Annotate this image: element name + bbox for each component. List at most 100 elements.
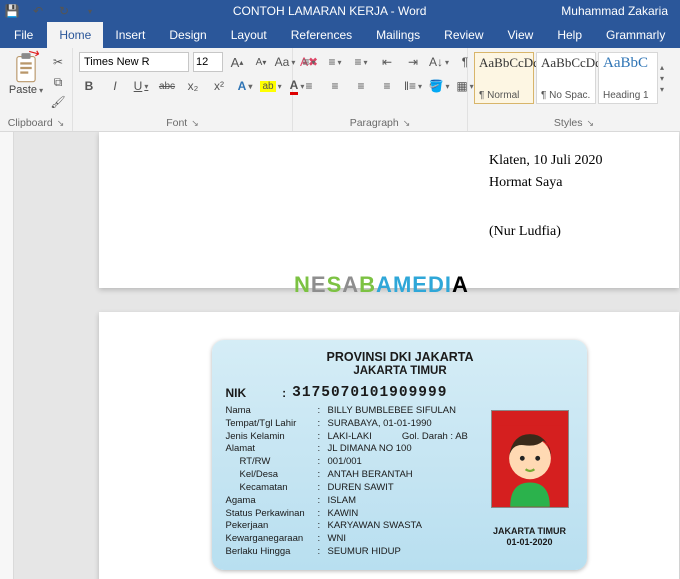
style-name: ¶ Normal — [479, 90, 529, 101]
tab-mailings[interactable]: Mailings — [364, 22, 432, 48]
group-font: A▴ A▾ Aa A✖ B I U abc x₂ x² A ab A Font↘ — [73, 48, 293, 131]
font-size-input[interactable] — [193, 52, 223, 72]
group-styles-label: Styles — [554, 117, 583, 129]
shrink-font-label: A — [256, 57, 263, 68]
group-paragraph: ≡ ≡ ≡ ⇤ ⇥ A↓ ¶ ≡ ≡ ≡ ≡ ‖≡ 🪣 ▦ Paragraph↘ — [293, 48, 468, 131]
superscript-button[interactable]: x² — [209, 76, 229, 96]
ribbon: Paste ✂ ⧉ 🖌 Clipboard↘ A▴ A▾ Aa A✖ B I — [0, 48, 680, 132]
group-font-label: Font — [166, 117, 187, 129]
ktp-alamat-label: Alamat — [226, 443, 318, 456]
tab-file[interactable]: File↘ — [0, 22, 47, 48]
page-1[interactable]: Klaten, 10 Juli 2020 Hormat Saya (Nur Lu… — [99, 132, 679, 288]
ktp-keldesa-label: Kel/Desa — [226, 469, 318, 482]
ktp-jk: LAKI-LAKI — [328, 431, 372, 442]
doc-sender: (Nur Ludfia) — [489, 221, 609, 243]
grow-font-button[interactable]: A▴ — [227, 52, 247, 72]
ktp-photo — [491, 410, 569, 508]
redo-icon[interactable]: ↻ — [56, 3, 72, 19]
ktp-gol: AB — [455, 431, 468, 442]
paste-label: Paste — [9, 84, 43, 96]
style-name: Heading 1 — [603, 90, 653, 101]
line-spacing-button[interactable]: ‖≡ — [403, 76, 423, 96]
tab-view[interactable]: View — [496, 22, 546, 48]
style-normal[interactable]: AaBbCcDd ¶ Normal — [474, 52, 534, 104]
ktp-provinsi: PROVINSI DKI JAKARTA — [226, 350, 575, 364]
avatar-icon — [497, 425, 563, 507]
tab-file-label: File — [14, 28, 33, 42]
tab-layout[interactable]: Layout — [219, 22, 279, 48]
vertical-ruler[interactable] — [0, 132, 14, 579]
group-styles: AaBbCcDd ¶ Normal AaBbCcDd ¶ No Spac... … — [468, 48, 680, 131]
align-left-button[interactable]: ≡ — [299, 76, 319, 96]
paragraph-launcher-icon[interactable]: ↘ — [403, 118, 411, 129]
undo-icon[interactable]: ↶ — [30, 3, 46, 19]
change-case-button[interactable]: Aa — [275, 52, 295, 72]
styles-more-button[interactable]: ▴▾▾ — [660, 52, 674, 104]
ktp-rtrw-label: RT/RW — [226, 456, 318, 469]
tab-review[interactable]: Review — [432, 22, 495, 48]
align-center-button[interactable]: ≡ — [325, 76, 345, 96]
font-launcher-icon[interactable]: ↘ — [191, 118, 199, 129]
tab-grammarly[interactable]: Grammarly — [594, 22, 677, 48]
ktp-warga-label: Kewarganegaraan — [226, 533, 318, 546]
tab-home[interactable]: Home — [47, 22, 103, 48]
highlight-button[interactable]: ab — [261, 76, 281, 96]
cut-icon[interactable]: ✂ — [50, 54, 66, 70]
justify-button[interactable]: ≡ — [377, 76, 397, 96]
paste-icon — [12, 52, 40, 84]
ribbon-tabs: File↘ Home Insert Design Layout Referenc… — [0, 22, 680, 48]
format-painter-icon[interactable]: 🖌 — [50, 94, 66, 110]
clipboard-launcher-icon[interactable]: ↘ — [57, 118, 65, 129]
underline-button[interactable]: U — [131, 76, 151, 96]
ktp-nik-label: NIK — [226, 386, 247, 400]
italic-button[interactable]: I — [105, 76, 125, 96]
document-area[interactable]: Klaten, 10 Juli 2020 Hormat Saya (Nur Lu… — [0, 132, 680, 579]
ktp-kota: JAKARTA TIMUR — [226, 365, 575, 377]
tab-design[interactable]: Design — [157, 22, 218, 48]
user-name[interactable]: Muhammad Zakaria — [561, 4, 676, 18]
titlebar: 💾 ↶ ↻ ▾ CONTOH LAMARAN KERJA - Word Muha… — [0, 0, 680, 22]
ktp-kawin-label: Status Perkawinan — [226, 508, 318, 521]
ktp-nama-label: Nama — [226, 405, 318, 418]
ktp-gol-label: Gol. Darah : — [402, 431, 453, 442]
style-preview: AaBbCcDd — [479, 55, 529, 71]
text-effects-button[interactable]: A — [235, 76, 255, 96]
ktp-sign-date: 01-01-2020 — [483, 537, 577, 548]
style-preview: AaBbCcDd — [541, 55, 591, 71]
style-heading1[interactable]: AaBbC Heading 1 — [598, 52, 658, 104]
subscript-button[interactable]: x₂ — [183, 76, 203, 96]
doc-date-place: Klaten, 10 Juli 2020 — [489, 150, 609, 172]
sort-button[interactable]: A↓ — [429, 52, 449, 72]
paste-button[interactable]: Paste — [6, 52, 46, 96]
shading-button[interactable]: 🪣 — [429, 76, 449, 96]
save-icon[interactable]: 💾 — [4, 3, 20, 19]
tab-help[interactable]: Help — [545, 22, 594, 48]
grow-font-label: A — [231, 55, 240, 70]
decrease-indent-button[interactable]: ⇤ — [377, 52, 397, 72]
ktp-agama-label: Agama — [226, 495, 318, 508]
increase-indent-button[interactable]: ⇥ — [403, 52, 423, 72]
copy-icon[interactable]: ⧉ — [50, 74, 66, 90]
align-right-button[interactable]: ≡ — [351, 76, 371, 96]
bullets-button[interactable]: ≡ — [299, 52, 319, 72]
strikethrough-button[interactable]: abc — [157, 76, 177, 96]
tab-references[interactable]: References — [279, 22, 364, 48]
page-2[interactable]: PROVINSI DKI JAKARTA JAKARTA TIMUR NIK:3… — [99, 312, 679, 579]
ktp-card: PROVINSI DKI JAKARTA JAKARTA TIMUR NIK:3… — [212, 340, 587, 570]
multilevel-button[interactable]: ≡ — [351, 52, 371, 72]
font-name-input[interactable] — [79, 52, 189, 72]
numbering-button[interactable]: ≡ — [325, 52, 345, 72]
ktp-nik: 3175070101909999 — [292, 385, 447, 401]
group-clipboard-label: Clipboard — [8, 117, 53, 129]
tab-insert[interactable]: Insert — [103, 22, 157, 48]
group-clipboard: Paste ✂ ⧉ 🖌 Clipboard ↘ — [0, 48, 73, 131]
styles-launcher-icon[interactable]: ↘ — [587, 118, 595, 129]
ktp-jk-label: Jenis Kelamin — [226, 431, 318, 444]
shrink-font-button[interactable]: A▾ — [251, 52, 271, 72]
watermark: NESABAMEDIA — [294, 272, 469, 298]
ktp-ttl-label: Tempat/Tgl Lahir — [226, 418, 318, 431]
bold-button[interactable]: B — [79, 76, 99, 96]
style-no-spacing[interactable]: AaBbCcDd ¶ No Spac... — [536, 52, 596, 104]
qat-customize-icon[interactable]: ▾ — [82, 3, 98, 19]
ktp-berlaku-label: Berlaku Hingga — [226, 546, 318, 559]
